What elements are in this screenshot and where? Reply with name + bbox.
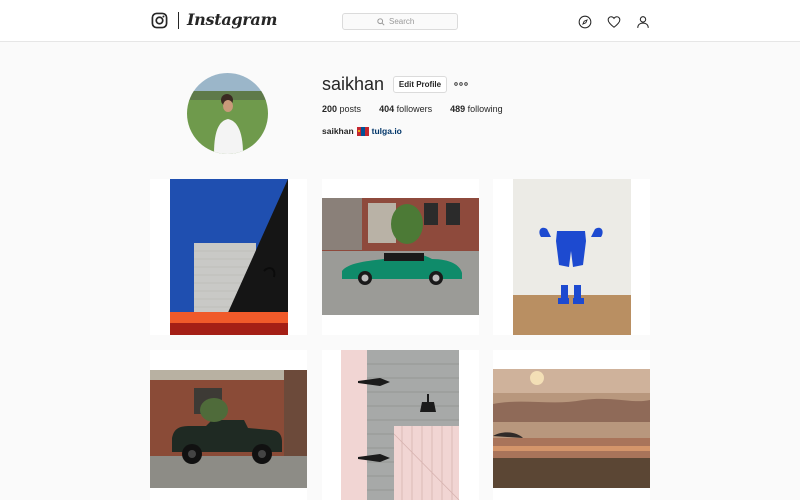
post-image-convertible xyxy=(322,179,479,335)
search-icon xyxy=(377,17,385,26)
person-icon[interactable] xyxy=(636,15,650,29)
post-thumbnail[interactable] xyxy=(322,179,479,335)
post-image-truck xyxy=(150,350,307,500)
profile-bio: saikhan tulga.io xyxy=(322,126,402,136)
compass-icon[interactable] xyxy=(578,15,592,29)
following-count: 489 xyxy=(450,104,466,114)
posts-stat: 200 posts xyxy=(322,104,361,114)
post-image-door xyxy=(322,350,479,500)
post-thumbnail[interactable] xyxy=(493,179,650,335)
following-label: following xyxy=(467,104,503,114)
post-thumbnail[interactable] xyxy=(150,350,307,500)
profile-avatar[interactable] xyxy=(187,73,268,154)
following-stat[interactable]: 489 following xyxy=(450,104,503,114)
mongolia-flag-icon xyxy=(356,126,369,136)
post-thumbnail[interactable] xyxy=(150,179,307,335)
search-input[interactable] xyxy=(389,17,423,26)
profile-website-link[interactable]: tulga.io xyxy=(372,126,402,136)
instagram-wordmark[interactable]: Instagram xyxy=(187,10,277,29)
post-thumbnail[interactable] xyxy=(322,350,479,500)
post-image-sculpture xyxy=(493,179,650,335)
heart-icon[interactable] xyxy=(607,15,621,29)
edit-profile-button[interactable]: Edit Profile xyxy=(393,76,447,93)
followers-stat[interactable]: 404 followers xyxy=(379,104,432,114)
top-navigation-bar: Instagram xyxy=(0,0,800,42)
post-image-sunset xyxy=(493,350,650,500)
followers-label: followers xyxy=(396,104,433,114)
profile-username: saikhan xyxy=(322,74,385,94)
followers-count: 404 xyxy=(379,104,395,114)
ellipsis-icon[interactable] xyxy=(454,80,468,88)
avatar-photo xyxy=(187,73,268,154)
posts-label: posts xyxy=(339,104,362,114)
instagram-glyph-icon[interactable] xyxy=(151,12,168,29)
profile-stats: 200 posts 404 followers 489 following xyxy=(322,104,503,114)
post-image-building xyxy=(150,179,307,335)
profile-full-name: saikhan xyxy=(322,126,354,136)
logo-divider xyxy=(178,12,179,29)
search-box[interactable] xyxy=(342,13,458,30)
posts-count: 200 xyxy=(322,104,338,114)
post-thumbnail[interactable] xyxy=(493,350,650,500)
